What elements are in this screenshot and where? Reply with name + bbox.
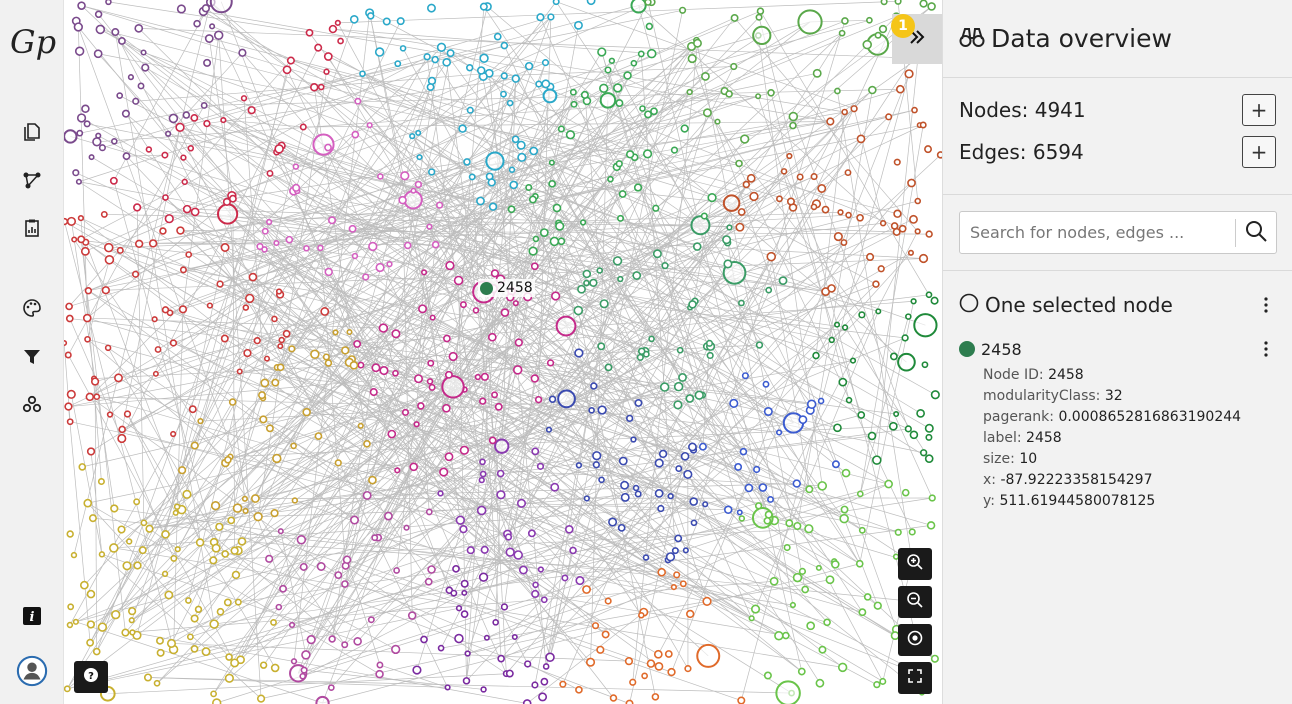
selected-node-label-text: 2458 (497, 280, 533, 296)
appearance-icon[interactable] (14, 292, 50, 324)
attribute-row: y: 511.61944580078125 (983, 493, 1156, 509)
attribute-row: pagerank: 0.0008652816863190244 (983, 409, 1242, 425)
node-attributes: Node ID: 2458 modularityClass: 32 pagera… (983, 365, 1241, 512)
zoom-out-button[interactable] (898, 586, 932, 618)
graph-canvas[interactable]: 2458 ? (64, 0, 942, 704)
statistics-icon[interactable] (14, 212, 50, 244)
attribute-row: label: 2458 (983, 430, 1062, 446)
selection-menu-button[interactable] (1256, 293, 1276, 317)
selected-node-dot (480, 281, 493, 295)
edges-stat-row: Edges: 6594 + (959, 136, 1276, 168)
search-box (959, 211, 1277, 254)
plus-icon: + (1250, 98, 1268, 122)
fullscreen-button[interactable] (898, 662, 932, 694)
center-view-button[interactable] (898, 624, 932, 656)
selected-node-label: 2458 (478, 279, 535, 297)
network-graph[interactable] (64, 0, 942, 704)
kebab-icon (1264, 297, 1268, 313)
node-menu-button[interactable] (1256, 337, 1276, 361)
attribute-row: x: -87.92223358154297 (983, 472, 1153, 488)
attribute-row: modularityClass: 32 (983, 388, 1123, 404)
nodes-stat-row: Nodes: 4941 + (959, 94, 1276, 126)
center-icon (906, 629, 924, 651)
panel-header: Data overview (943, 0, 1292, 78)
graph-icon[interactable] (14, 164, 50, 196)
data-overview-panel: Data overview Nodes: 4941 + Edges: 6594 … (942, 0, 1292, 704)
zoom-in-button[interactable] (898, 548, 932, 580)
selected-node-id: 2458 (981, 339, 1022, 359)
edges-expand-button[interactable]: + (1242, 136, 1276, 168)
svg-text:?: ? (88, 671, 94, 682)
nodes-expand-button[interactable]: + (1242, 94, 1276, 126)
circle-outline-icon (959, 293, 979, 317)
attribute-row: Node ID: 2458 (983, 367, 1084, 383)
zoom-out-icon (906, 591, 924, 613)
nodes-count: Nodes: 4941 (959, 98, 1086, 122)
community-icon[interactable] (14, 388, 50, 420)
selection-title: One selected node (985, 293, 1173, 317)
selected-node-row[interactable]: 2458 (959, 337, 1276, 361)
edges-count: Edges: 6594 (959, 140, 1084, 164)
panel-title: Data overview (991, 24, 1172, 53)
filter-icon[interactable] (14, 341, 50, 373)
question-icon: ? (83, 667, 99, 687)
attribute-row: size: 10 (983, 451, 1038, 467)
user-icon[interactable] (14, 654, 50, 688)
search-button[interactable] (1236, 212, 1276, 253)
search-section (943, 195, 1292, 271)
info-icon[interactable]: i (14, 600, 50, 632)
help-button[interactable]: ? (74, 661, 108, 693)
svg-text:i: i (30, 610, 35, 625)
search-icon (1244, 219, 1268, 247)
plus-icon: + (1250, 140, 1268, 164)
selection-header: One selected node (959, 293, 1276, 317)
kebab-icon (1264, 341, 1268, 357)
graph-edges (64, 0, 941, 704)
zoom-in-icon (906, 553, 924, 575)
fullscreen-icon (906, 667, 924, 689)
file-icon[interactable] (14, 116, 50, 148)
binoculars-icon (959, 26, 985, 52)
notification-badge[interactable]: 1 (891, 14, 915, 38)
search-input[interactable] (960, 212, 1235, 253)
graph-stats: Nodes: 4941 + Edges: 6594 + (943, 78, 1292, 195)
node-color-dot (959, 341, 975, 357)
app-logo[interactable]: Gp (10, 20, 56, 64)
left-navigation: Gp i (0, 0, 64, 704)
